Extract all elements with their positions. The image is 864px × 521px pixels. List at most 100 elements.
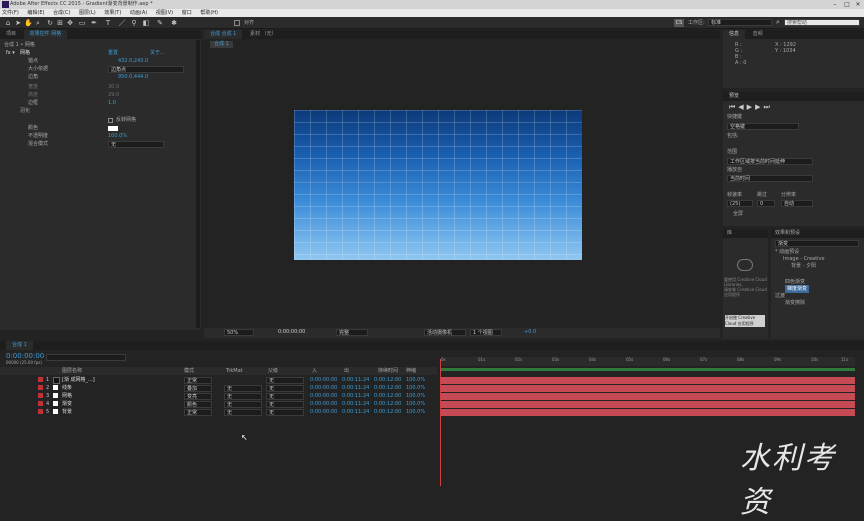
- menu-view[interactable]: 视图(V): [156, 10, 173, 16]
- tree-gradient-ramp[interactable]: 梯度渐变: [785, 285, 810, 293]
- tree-transition[interactable]: 过渡: [775, 292, 785, 300]
- menu-edit[interactable]: 编辑(E): [27, 10, 44, 16]
- layer-name[interactable]: 渐变: [62, 400, 72, 408]
- menu-file[interactable]: 文件(F): [2, 10, 19, 16]
- tab-composition[interactable]: 合成 合成 1: [204, 30, 243, 39]
- snap-checkbox[interactable]: [234, 20, 240, 26]
- layer-parent-select[interactable]: 无: [266, 401, 304, 408]
- fullscreen-label[interactable]: 全屏: [733, 210, 743, 218]
- prop-opacity-value[interactable]: 100.0%: [108, 132, 127, 140]
- layer-stretch[interactable]: 100.0%: [406, 408, 425, 416]
- pan-tool-icon[interactable]: ✥: [66, 19, 74, 27]
- shortcut-select[interactable]: 空格键: [727, 123, 799, 130]
- layer-duration[interactable]: 0:00:12:00: [374, 384, 401, 392]
- about-link[interactable]: 关于...: [150, 49, 165, 57]
- layer-duration[interactable]: 0:00:12:00: [374, 408, 401, 416]
- layer-out[interactable]: 0:00:11:24: [342, 392, 369, 400]
- hand-tool-icon[interactable]: ✋: [24, 19, 33, 27]
- prop-height-value[interactable]: 29.0: [108, 91, 119, 99]
- rotate-tool-icon[interactable]: ↻: [46, 19, 54, 27]
- invert-grid-checkbox[interactable]: [108, 118, 113, 123]
- layer-trkmat-select[interactable]: 无: [224, 409, 262, 416]
- layer-duration[interactable]: 0:00:12:00: [374, 400, 401, 408]
- menu-composition[interactable]: 合成(C): [53, 10, 70, 16]
- layer-in[interactable]: 0:00:00:00: [310, 392, 337, 400]
- prop-size-select[interactable]: 边角点: [108, 66, 184, 73]
- layer-duration[interactable]: 0:00:12:00: [374, 376, 401, 384]
- tab-audio[interactable]: 音频: [747, 30, 769, 39]
- timeline-timecode[interactable]: 0:00:00:00: [6, 352, 44, 360]
- comp-canvas[interactable]: [294, 110, 582, 260]
- brush-tool-icon[interactable]: ／: [118, 19, 126, 27]
- pen-tool-icon[interactable]: ✒: [90, 19, 98, 27]
- library-tab[interactable]: 库: [723, 229, 768, 238]
- layer-parent-select[interactable]: 无: [266, 385, 304, 392]
- tab-info[interactable]: 信息: [723, 30, 746, 39]
- layer-stretch[interactable]: 100.0%: [406, 400, 425, 408]
- tree-bg-sunset[interactable]: 背景 - 夕阳: [791, 262, 816, 270]
- prop-width-value[interactable]: 30.0: [108, 83, 119, 91]
- camera-tool-icon[interactable]: ⊞: [56, 19, 64, 27]
- playfrom-select[interactable]: 当前时间: [727, 175, 813, 182]
- label-color[interactable]: [38, 393, 43, 398]
- layer-row[interactable]: 4 渐变 颜色 无 无 0:00:00:00 0:00:11:24 0:00:1…: [0, 400, 437, 408]
- close-icon[interactable]: ✕: [852, 0, 864, 9]
- skip-select[interactable]: 0: [757, 200, 775, 207]
- puppet-tool-icon[interactable]: ✱: [170, 19, 178, 27]
- prop-corner-value[interactable]: 950.0,444.0: [118, 73, 148, 81]
- search-help-input[interactable]: 搜索帮助: [784, 19, 860, 26]
- layer-parent-select[interactable]: 无: [266, 377, 304, 384]
- layer-mode-select[interactable]: 变亮: [184, 393, 212, 400]
- comp-timecode[interactable]: 0:00:00:00: [276, 329, 308, 336]
- layer-mode-select[interactable]: 正常: [184, 377, 212, 384]
- layer-bar[interactable]: [441, 393, 855, 400]
- layer-out[interactable]: 0:00:11:24: [342, 384, 369, 392]
- view-select[interactable]: 1 个视图: [470, 329, 502, 336]
- layer-bar[interactable]: [441, 409, 855, 416]
- cc-icon[interactable]: CS: [674, 19, 684, 27]
- label-color[interactable]: [38, 409, 43, 414]
- scrollbar[interactable]: [196, 40, 200, 328]
- tree-gradient-wipe[interactable]: 渐变擦除: [785, 299, 805, 307]
- layer-in[interactable]: 0:00:00:00: [310, 408, 337, 416]
- layer-name[interactable]: 网格: [62, 392, 72, 400]
- workspace-select[interactable]: 标准: [708, 19, 772, 26]
- text-tool-icon[interactable]: T: [104, 19, 112, 27]
- layer-name[interactable]: [渐 成网格_...]: [62, 376, 95, 384]
- open-cc-button[interactable]: 开启使 Creative Cloud 应用程序: [725, 315, 765, 327]
- comp-breadcrumb[interactable]: 合成 1: [210, 41, 233, 48]
- layer-row[interactable]: 3 网格 变亮 无 无 0:00:00:00 0:00:11:24 0:00:1…: [0, 392, 437, 400]
- prop-anchor-value[interactable]: 432.0,243.0: [118, 57, 148, 65]
- tab-project[interactable]: 项目: [0, 30, 22, 39]
- rectangle-tool-icon[interactable]: ▭: [78, 19, 86, 27]
- layer-trkmat-select[interactable]: 无: [224, 385, 262, 392]
- layer-parent-select[interactable]: 无: [266, 409, 304, 416]
- layer-out[interactable]: 0:00:11:24: [342, 400, 369, 408]
- layer-mode-select[interactable]: 正常: [184, 409, 212, 416]
- home-icon[interactable]: ⌂: [4, 19, 12, 27]
- zoom-tool-icon[interactable]: ⌕: [34, 19, 42, 27]
- res-select[interactable]: 自动: [781, 200, 813, 207]
- menu-window[interactable]: 窗口: [182, 10, 192, 16]
- time-ruler[interactable]: 0s 01s 02s 03s 04s 05s 06s 07s 08s 09s 1…: [441, 357, 855, 366]
- layer-out[interactable]: 0:00:11:24: [342, 408, 369, 416]
- minimize-icon[interactable]: –: [829, 0, 841, 9]
- zoom-select[interactable]: 50%: [224, 329, 254, 336]
- layer-in[interactable]: 0:00:00:00: [310, 400, 337, 408]
- range-select[interactable]: 工作区域按当前时间延伸: [727, 158, 813, 165]
- resolution-select[interactable]: 完整: [336, 329, 368, 336]
- effects-search-input[interactable]: 渐变: [775, 240, 859, 247]
- layer-name[interactable]: 线条: [62, 384, 72, 392]
- label-color[interactable]: [38, 401, 43, 406]
- layer-out[interactable]: 0:00:11:24: [342, 376, 369, 384]
- layer-name[interactable]: 背景: [62, 408, 72, 416]
- layer-bar[interactable]: [441, 401, 855, 408]
- prop-border-value[interactable]: 1.0: [108, 99, 116, 107]
- roto-tool-icon[interactable]: ✎: [156, 19, 164, 27]
- layer-mode-select[interactable]: 颜色: [184, 401, 212, 408]
- reset-link[interactable]: 重置: [108, 49, 118, 57]
- fx-toggle-icon[interactable]: fx ▾: [6, 49, 15, 57]
- tab-footage[interactable]: 素材 （无）: [244, 30, 283, 39]
- layer-parent-select[interactable]: 无: [266, 393, 304, 400]
- playhead[interactable]: [440, 359, 441, 486]
